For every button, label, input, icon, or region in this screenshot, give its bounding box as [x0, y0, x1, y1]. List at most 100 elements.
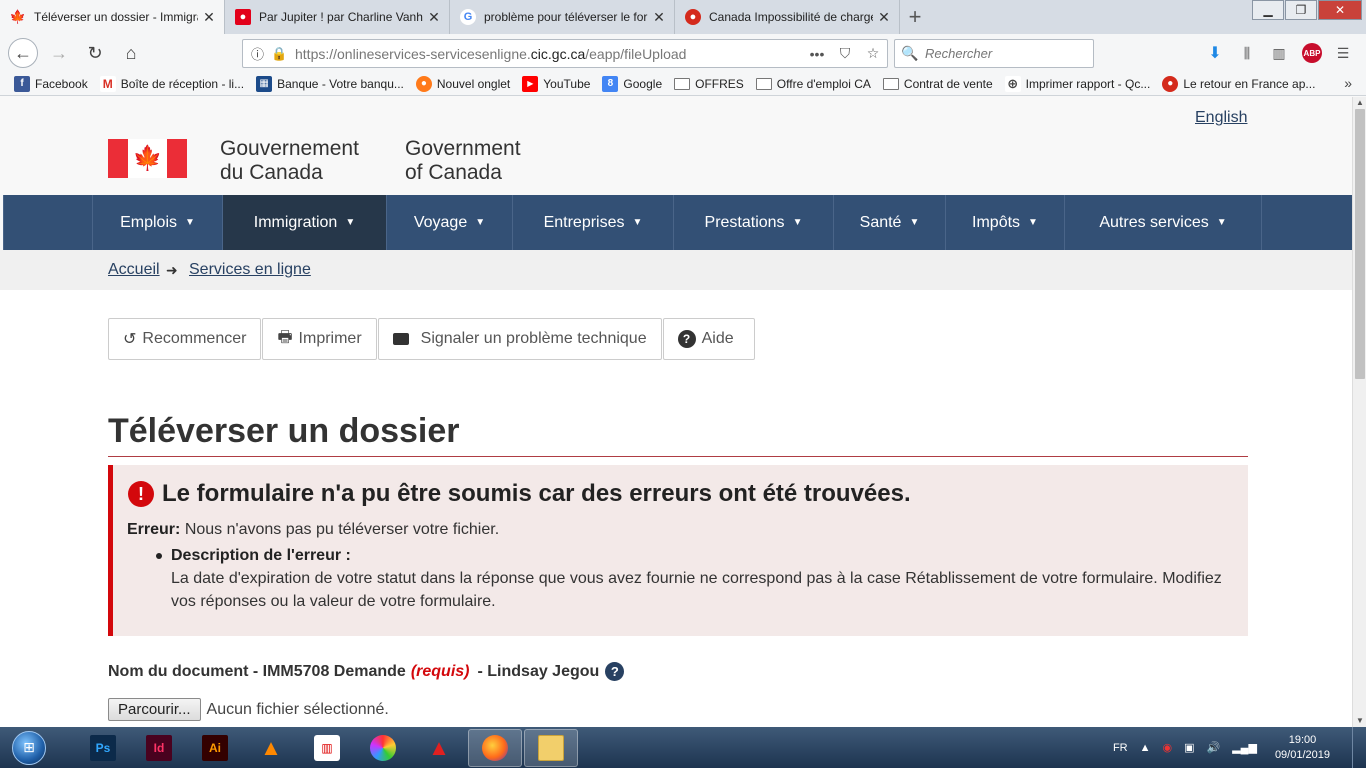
- print-button[interactable]: 🖶 Imprimer: [262, 318, 377, 360]
- gmail-icon: M: [99, 75, 116, 92]
- menu-item-voyage[interactable]: Voyage ▼: [387, 195, 513, 250]
- menu-icon[interactable]: ☰: [1328, 42, 1358, 64]
- adblock-icon[interactable]: ABP: [1302, 43, 1322, 63]
- home-button[interactable]: ⌂: [116, 38, 146, 68]
- device-icon[interactable]: ▣: [1184, 741, 1194, 754]
- sidebar-icon[interactable]: ▥: [1264, 42, 1294, 64]
- help-button[interactable]: ? Aide: [662, 318, 755, 360]
- taskbar-illustrator[interactable]: Ai: [188, 729, 242, 767]
- scroll-down-arrow[interactable]: ▼: [1353, 715, 1366, 727]
- back-button[interactable]: ←: [8, 38, 38, 68]
- address-bar[interactable]: ⓘ 🔒 https://onlineservices-servicesenlig…: [242, 39, 888, 68]
- bookmark-label: Facebook: [35, 76, 88, 91]
- language-link[interactable]: English: [1195, 109, 1247, 127]
- reload-button[interactable]: ↻: [80, 38, 110, 68]
- windows-logo-icon: ⊞: [12, 730, 46, 765]
- scrollbar-thumb[interactable]: [1355, 109, 1365, 379]
- taskbar-color-app[interactable]: [356, 729, 410, 767]
- tab-title: Par Jupiter ! par Charline Vanho: [259, 10, 423, 24]
- browser-tab[interactable]: ● Par Jupiter ! par Charline Vanho ✕: [225, 0, 450, 34]
- google-icon: G: [460, 9, 476, 25]
- bookmark-label: OFFRES: [695, 76, 744, 91]
- bookmark-item[interactable]: 8 Google: [602, 75, 662, 92]
- browser-tab[interactable]: G problème pour téléverser le for ✕: [450, 0, 675, 34]
- chevron-down-icon: ▼: [1216, 217, 1227, 228]
- windows-taskbar: ⊞ Ps Id Ai ▲ ▥ ▲ FR ▲ ◉ ▣ 🔊 ▂▄▆ 19:00 09…: [0, 727, 1366, 768]
- menu-item-impots[interactable]: Impôts ▼: [946, 195, 1065, 250]
- page-scrollbar[interactable]: ▲ ▼: [1352, 97, 1366, 727]
- browse-button[interactable]: Parcourir...: [108, 698, 201, 721]
- start-button[interactable]: ⊞: [6, 727, 52, 768]
- taskbar-photoshop[interactable]: Ps: [76, 729, 130, 767]
- bookmark-item[interactable]: f Facebook: [14, 75, 88, 92]
- google-icon: 8: [602, 75, 619, 92]
- network-icon[interactable]: ▂▄▆: [1232, 741, 1257, 754]
- bookmark-folder[interactable]: Contrat de vente: [882, 77, 993, 91]
- taskbar-explorer[interactable]: [524, 728, 578, 767]
- pocket-icon[interactable]: ⛉: [831, 45, 859, 62]
- taskbar-autocad[interactable]: ▲: [412, 729, 466, 767]
- menu-item-sante[interactable]: Santé ▼: [834, 195, 946, 250]
- printer-icon: 🖶: [277, 328, 293, 346]
- page-actions-icon[interactable]: •••: [803, 46, 831, 62]
- close-tab-icon[interactable]: ✕: [202, 9, 216, 26]
- antivirus-icon[interactable]: ◉: [1163, 741, 1173, 754]
- close-tab-icon[interactable]: ✕: [877, 9, 891, 26]
- menu-item-entreprises[interactable]: Entreprises ▼: [513, 195, 674, 250]
- bookmark-item[interactable]: ● Le retour en France ap...: [1162, 75, 1315, 92]
- taskbar-vlc[interactable]: ▲: [244, 729, 298, 767]
- language-indicator[interactable]: FR: [1113, 742, 1128, 754]
- menu-item-emplois[interactable]: Emplois ▼: [93, 195, 223, 250]
- browser-tab[interactable]: 🍁 Téléverser un dossier - Immigra ✕: [0, 0, 225, 34]
- close-window-button[interactable]: ✕: [1318, 0, 1362, 20]
- library-icon[interactable]: ⫼: [1232, 42, 1262, 64]
- chevron-down-icon: ▼: [909, 217, 920, 228]
- menu-item-immigration[interactable]: Immigration ▼: [223, 195, 387, 250]
- maple-leaf-icon: 🍁: [132, 144, 163, 172]
- clock[interactable]: 19:00 09/01/2019: [1275, 733, 1330, 763]
- bookmark-item[interactable]: ▦ Banque - Votre banqu...: [256, 75, 404, 92]
- document-label: Nom du document - IMM5708 Demande (requi…: [108, 662, 625, 681]
- volume-icon[interactable]: 🔊: [1207, 741, 1221, 754]
- error-summary: ! Le formulaire n'a pu être soumis car d…: [108, 465, 1248, 636]
- breadcrumb-home-link[interactable]: Accueil: [108, 261, 160, 279]
- taskbar-indesign[interactable]: Id: [132, 729, 186, 767]
- forward-button[interactable]: →: [44, 38, 74, 68]
- minimize-button[interactable]: ▁: [1252, 0, 1284, 20]
- close-tab-icon[interactable]: ✕: [652, 9, 666, 26]
- bookmark-label: Imprimer rapport - Qc...: [1025, 76, 1151, 91]
- report-problem-button[interactable]: Signaler un problème technique: [377, 318, 662, 360]
- tab-title: Canada Impossibilité de charge: [709, 10, 873, 24]
- maximize-button[interactable]: ❐: [1285, 0, 1317, 20]
- question-icon[interactable]: ?: [605, 662, 625, 681]
- restart-button[interactable]: ↺ Recommencer: [108, 318, 262, 360]
- close-tab-icon[interactable]: ✕: [427, 9, 441, 26]
- search-input[interactable]: 🔍 Rechercher: [894, 39, 1094, 68]
- breadcrumb-online-services-link[interactable]: Services en ligne: [189, 261, 311, 279]
- search-placeholder: Rechercher: [925, 46, 993, 61]
- menu-item-prestations[interactable]: Prestations ▼: [674, 195, 834, 250]
- bookmark-item[interactable]: ● Nouvel onglet: [415, 75, 510, 92]
- taskbar-firefox[interactable]: [468, 728, 522, 767]
- new-tab-button[interactable]: +: [900, 0, 930, 34]
- scroll-up-arrow[interactable]: ▲: [1353, 97, 1366, 109]
- url-text[interactable]: https://onlineservices-servicesenligne.c…: [295, 46, 803, 62]
- bookmark-item[interactable]: ⊕ Imprimer rapport - Qc...: [1004, 75, 1151, 92]
- location-pin-icon: ●: [1162, 75, 1179, 92]
- download-icon[interactable]: ⬇: [1200, 42, 1230, 64]
- bookmark-star-icon[interactable]: ☆: [859, 45, 887, 62]
- more-bookmarks-icon[interactable]: »: [1344, 75, 1352, 91]
- indesign-icon: Id: [146, 734, 172, 761]
- info-icon[interactable]: ⓘ: [251, 44, 271, 63]
- folder-icon: [882, 77, 899, 90]
- show-hidden-icons[interactable]: ▲: [1140, 742, 1151, 754]
- browser-tab[interactable]: ● Canada Impossibilité de charge ✕: [675, 0, 900, 34]
- bookmark-folder[interactable]: OFFRES: [674, 77, 744, 91]
- bookmark-item[interactable]: ▶ YouTube: [522, 75, 590, 92]
- show-desktop-button[interactable]: [1352, 727, 1366, 768]
- taskbar-popcorn[interactable]: ▥: [300, 729, 354, 767]
- menu-item-autres-services[interactable]: Autres services ▼: [1065, 195, 1262, 250]
- bookmarks-toolbar: f Facebook M Boîte de réception - li... …: [0, 72, 1366, 96]
- bookmark-folder[interactable]: Offre d'emploi CA: [755, 77, 871, 91]
- bookmark-item[interactable]: M Boîte de réception - li...: [99, 75, 244, 92]
